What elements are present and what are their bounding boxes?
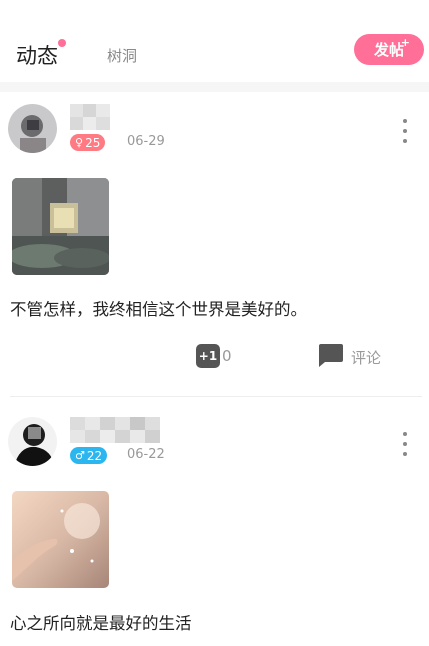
more-options-icon[interactable] [398, 119, 412, 143]
notification-dot [58, 39, 66, 47]
username-blurred [70, 104, 110, 130]
male-icon: ♂ [75, 449, 85, 462]
age-value: 25 [85, 135, 101, 150]
post-text: 不管怎样，我终相信这个世界是美好的。 [10, 300, 307, 319]
avatar[interactable] [8, 104, 57, 153]
top-bar: 动态 树洞 发帖 + [0, 0, 429, 82]
post-date: 06-29 [127, 134, 165, 149]
username-blurred [70, 417, 160, 443]
more-options-icon[interactable] [398, 432, 412, 456]
tab-treehole[interactable]: 树洞 [107, 45, 137, 66]
like-count: 0 [222, 347, 232, 365]
age-value: 22 [86, 448, 103, 463]
female-icon: ♀ [75, 136, 84, 149]
comment-icon[interactable] [316, 343, 344, 367]
plus-icon: + [400, 36, 410, 49]
create-post-label: 发帖 [373, 41, 404, 59]
post-image[interactable] [12, 491, 109, 588]
gender-age-badge: ♂ 22 [70, 447, 108, 464]
comment-button[interactable]: 评论 [351, 347, 381, 368]
tab-dynamic[interactable]: 动态 [16, 40, 58, 70]
gender-age-badge: ♀ 25 [70, 134, 106, 151]
post-text: 心之所向就是最好的生活 [10, 614, 192, 633]
post-image[interactable] [12, 178, 109, 275]
avatar[interactable] [8, 417, 57, 466]
post-date: 06-22 [127, 447, 165, 462]
post-separator [10, 396, 422, 397]
create-post-button[interactable]: 发帖 + [354, 34, 424, 65]
section-divider [0, 82, 429, 92]
plus-one-icon[interactable]: +1 [196, 344, 220, 368]
